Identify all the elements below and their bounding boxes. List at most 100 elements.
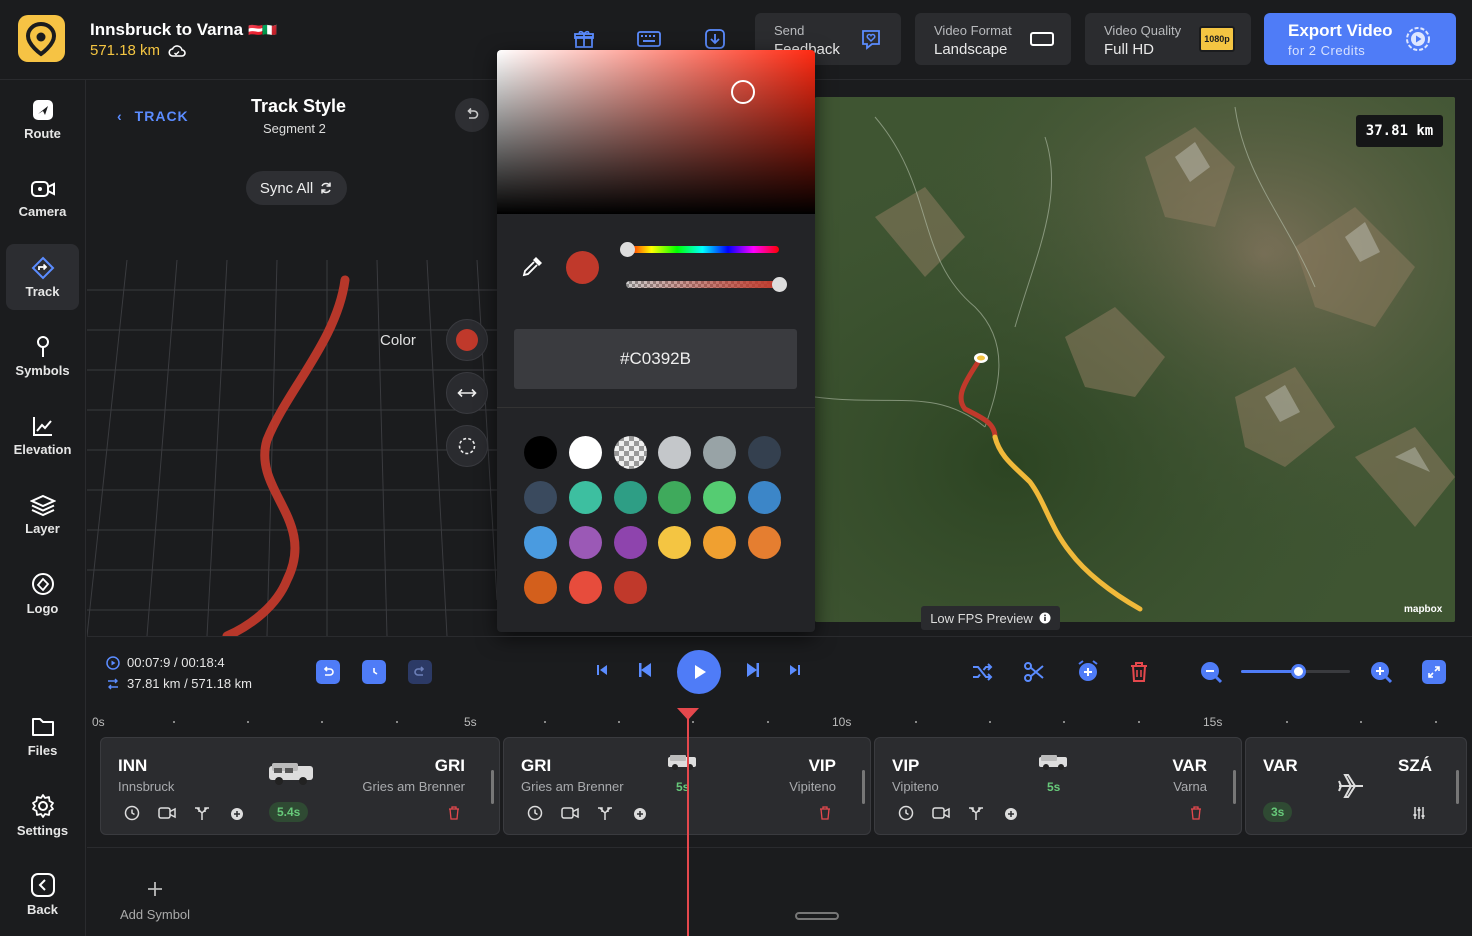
saturation-handle[interactable] [731, 80, 755, 104]
export-video-button[interactable]: Export Video for 2 Credits [1264, 13, 1456, 65]
palette-swatch[interactable] [524, 481, 557, 514]
reset-button[interactable] [455, 98, 489, 132]
sidebar-item-settings[interactable]: Settings [6, 782, 79, 848]
palette-swatch[interactable] [568, 571, 602, 604]
palette-swatch[interactable] [568, 436, 602, 469]
alarm-plus-icon[interactable] [631, 804, 649, 822]
fit-timeline-button[interactable] [1422, 660, 1446, 684]
low-fps-preview-pill[interactable]: Low FPS Preview [921, 606, 1060, 630]
sidebar-item-back[interactable]: Back [6, 861, 79, 927]
trash-icon[interactable] [1187, 804, 1205, 822]
sidebar-item-camera[interactable]: Camera [6, 165, 79, 231]
palette-swatch[interactable] [747, 481, 781, 514]
segment-duration[interactable]: 5s [1047, 780, 1060, 794]
fork-route-icon[interactable] [596, 804, 614, 822]
alpha-handle[interactable] [772, 277, 787, 292]
skip-start-button[interactable] [594, 662, 610, 678]
camera-icon[interactable] [561, 804, 579, 822]
shuffle-button[interactable] [970, 660, 994, 684]
hue-slider[interactable] [626, 246, 779, 253]
zoom-out-button[interactable] [1199, 660, 1223, 684]
palette-swatch[interactable] [658, 436, 692, 469]
playhead-handle[interactable] [677, 708, 699, 720]
sliders-icon[interactable] [1410, 804, 1428, 822]
camera-icon[interactable] [932, 804, 950, 822]
mapbox-attribution[interactable]: mapbox [1404, 604, 1442, 615]
sidebar-item-elevation[interactable]: Elevation [6, 402, 79, 468]
step-forward-button[interactable] [742, 660, 762, 680]
palette-swatch[interactable] [703, 481, 737, 514]
add-symbol-button[interactable]: Add Symbol [117, 880, 193, 922]
palette-swatch[interactable] [568, 481, 602, 514]
fork-route-icon[interactable] [193, 804, 211, 822]
skip-end-button[interactable] [787, 662, 803, 678]
clock-icon[interactable] [123, 804, 141, 822]
timeline-segment-1[interactable]: INN Innsbruck GRI Gries am Brenner 5.4s [100, 737, 500, 835]
palette-swatch[interactable] [568, 526, 602, 559]
redo-button[interactable] [408, 660, 432, 684]
back-to-track-link[interactable]: ‹ TRACK [117, 108, 189, 124]
split-button[interactable] [1022, 660, 1046, 684]
timeline-segment-3[interactable]: VIP Vipiteno VAR Varna 5s [874, 737, 1242, 835]
palette-swatch[interactable] [703, 526, 737, 559]
clock-icon[interactable] [897, 804, 915, 822]
video-quality-button[interactable]: Video Quality Full HD 1080p [1085, 13, 1251, 65]
map-preview[interactable] [815, 97, 1455, 622]
eyedropper-icon[interactable] [521, 254, 545, 278]
hex-input[interactable]: #C0392B [514, 329, 797, 389]
history-button[interactable] [362, 660, 386, 684]
delete-button[interactable] [1128, 660, 1150, 684]
trash-icon[interactable] [816, 804, 834, 822]
play-button[interactable] [677, 650, 721, 694]
segment-resize-handle[interactable] [1233, 770, 1236, 804]
palette-swatch[interactable] [747, 436, 781, 469]
zoom-in-button[interactable] [1369, 660, 1393, 684]
segment-duration[interactable]: 3s [1263, 802, 1293, 822]
palette-swatch[interactable] [613, 571, 647, 604]
segment-duration[interactable]: 5.4s [269, 802, 309, 822]
palette-swatch[interactable] [658, 481, 692, 514]
palette-swatch[interactable] [613, 526, 647, 559]
trash-icon[interactable] [445, 804, 463, 822]
zoom-slider-handle[interactable] [1291, 664, 1306, 679]
sidebar-item-track[interactable]: Track [6, 244, 79, 310]
sidebar-item-layer[interactable]: Layer [6, 481, 79, 547]
color-picker-button[interactable] [446, 319, 488, 361]
project-title[interactable]: Innsbruck to Varna [90, 20, 243, 40]
outline-button[interactable] [446, 425, 488, 467]
segment-resize-handle[interactable] [862, 770, 865, 804]
sidebar-item-symbols[interactable]: Symbols [6, 323, 79, 389]
step-back-button[interactable] [636, 660, 656, 680]
undo-button[interactable] [316, 660, 340, 684]
camera-icon[interactable] [158, 804, 176, 822]
hue-handle[interactable] [620, 242, 635, 257]
palette-swatch[interactable] [703, 436, 737, 469]
segment-resize-handle[interactable] [1456, 770, 1459, 804]
segment-resize-handle[interactable] [491, 770, 494, 804]
clock-icon[interactable] [526, 804, 544, 822]
width-button[interactable] [446, 372, 488, 414]
sidebar-item-route[interactable]: Route [6, 86, 79, 152]
palette-swatch[interactable] [524, 526, 557, 559]
playhead-line[interactable] [687, 718, 689, 936]
alarm-plus-icon[interactable] [1002, 804, 1020, 822]
timeline-segment-4[interactable]: VAR SZÁ 3s [1245, 737, 1467, 835]
sync-all-button[interactable]: Sync All [246, 171, 347, 205]
palette-swatch[interactable] [747, 526, 781, 559]
palette-swatch[interactable] [613, 436, 647, 469]
fork-route-icon[interactable] [967, 804, 985, 822]
saturation-value-area[interactable] [497, 50, 815, 214]
sidebar-item-files[interactable]: Files [6, 703, 79, 769]
panel-drag-handle[interactable] [795, 912, 839, 920]
palette-swatch[interactable] [524, 571, 557, 604]
sidebar-item-logo[interactable]: Logo [6, 560, 79, 626]
palette-swatch[interactable] [658, 526, 692, 559]
timeline-ruler[interactable]: 0s 5s 10s 15s [87, 708, 1472, 736]
palette-swatch[interactable] [613, 481, 647, 514]
alpha-slider[interactable] [626, 281, 779, 288]
app-logo[interactable] [18, 15, 65, 62]
add-stop-button[interactable] [1075, 658, 1101, 684]
alarm-plus-icon[interactable] [228, 804, 246, 822]
palette-swatch[interactable] [524, 436, 557, 469]
video-format-button[interactable]: Video Format Landscape [915, 13, 1071, 65]
